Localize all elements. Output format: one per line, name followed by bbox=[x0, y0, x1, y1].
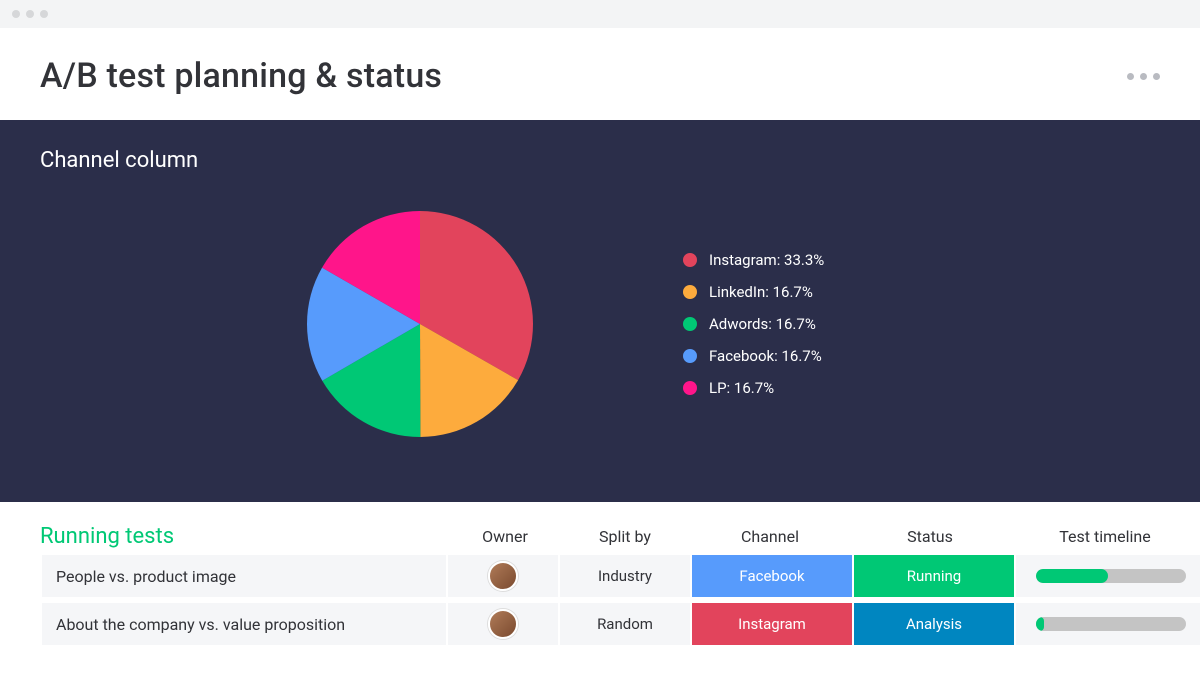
legend-item-adwords[interactable]: Adwords: 16.7% bbox=[683, 315, 893, 333]
legend-swatch-icon bbox=[683, 349, 697, 363]
column-header-channel[interactable]: Channel bbox=[690, 527, 850, 546]
legend-label: Adwords: 16.7% bbox=[709, 315, 816, 333]
legend-item-linkedin[interactable]: LinkedIn: 16.7% bbox=[683, 283, 893, 301]
timeline-bar bbox=[1036, 617, 1186, 631]
window-titlebar bbox=[0, 0, 1200, 28]
avatar bbox=[488, 561, 518, 591]
chart-panel: Channel column Instagram: 33.3% LinkedIn:… bbox=[0, 120, 1200, 502]
avatar bbox=[488, 609, 518, 639]
column-header-timeline[interactable]: Test timeline bbox=[1010, 527, 1200, 546]
legend-label: LinkedIn: 16.7% bbox=[709, 283, 813, 301]
more-options-button[interactable] bbox=[1127, 73, 1160, 80]
test-name-cell[interactable]: About the company vs. value proposition bbox=[42, 603, 446, 645]
timeline-cell[interactable] bbox=[1016, 555, 1200, 597]
chart-legend: Instagram: 33.3% LinkedIn: 16.7% Adwords: … bbox=[683, 251, 893, 397]
traffic-light-dot bbox=[26, 10, 34, 18]
timeline-fill bbox=[1036, 569, 1108, 583]
legend-swatch-icon bbox=[683, 253, 697, 267]
legend-label: Instagram: 33.3% bbox=[709, 251, 824, 269]
timeline-fill bbox=[1036, 617, 1044, 631]
column-header-status[interactable]: Status bbox=[850, 527, 1010, 546]
legend-swatch-icon bbox=[683, 381, 697, 395]
traffic-light-dot bbox=[40, 10, 48, 18]
table-header-row: Running tests Owner Split by Channel Sta… bbox=[40, 524, 1160, 549]
test-name-cell[interactable]: People vs. product image bbox=[42, 555, 446, 597]
legend-item-lp[interactable]: LP: 16.7% bbox=[683, 379, 893, 397]
timeline-bar bbox=[1036, 569, 1186, 583]
legend-swatch-icon bbox=[683, 317, 697, 331]
table-row[interactable]: About the company vs. value proposition R… bbox=[40, 603, 1160, 645]
dots-icon bbox=[1140, 73, 1147, 80]
tests-table: Running tests Owner Split by Channel Sta… bbox=[0, 502, 1200, 645]
legend-label: Facebook: 16.7% bbox=[709, 347, 822, 365]
dots-icon bbox=[1153, 73, 1160, 80]
legend-item-facebook[interactable]: Facebook: 16.7% bbox=[683, 347, 893, 365]
split-by-cell[interactable]: Industry bbox=[560, 555, 690, 597]
page-header: A/B test planning & status bbox=[0, 28, 1200, 120]
channel-cell[interactable]: Facebook bbox=[692, 555, 852, 597]
timeline-cell[interactable] bbox=[1016, 603, 1200, 645]
page-title: A/B test planning & status bbox=[40, 56, 442, 96]
column-header-split-by[interactable]: Split by bbox=[560, 527, 690, 546]
column-header-owner[interactable]: Owner bbox=[450, 527, 560, 546]
group-title[interactable]: Running tests bbox=[40, 524, 450, 549]
dots-icon bbox=[1127, 73, 1134, 80]
status-cell[interactable]: Running bbox=[854, 555, 1014, 597]
owner-cell[interactable] bbox=[448, 603, 558, 645]
owner-cell[interactable] bbox=[448, 555, 558, 597]
status-cell[interactable]: Analysis bbox=[854, 603, 1014, 645]
pie-chart bbox=[307, 211, 533, 437]
split-by-cell[interactable]: Random bbox=[560, 603, 690, 645]
legend-swatch-icon bbox=[683, 285, 697, 299]
legend-item-instagram[interactable]: Instagram: 33.3% bbox=[683, 251, 893, 269]
traffic-light-dot bbox=[12, 10, 20, 18]
table-row[interactable]: People vs. product image IndustryFacebook… bbox=[40, 555, 1160, 597]
chart-title: Channel column bbox=[40, 148, 1160, 173]
channel-cell[interactable]: Instagram bbox=[692, 603, 852, 645]
legend-label: LP: 16.7% bbox=[709, 379, 774, 397]
